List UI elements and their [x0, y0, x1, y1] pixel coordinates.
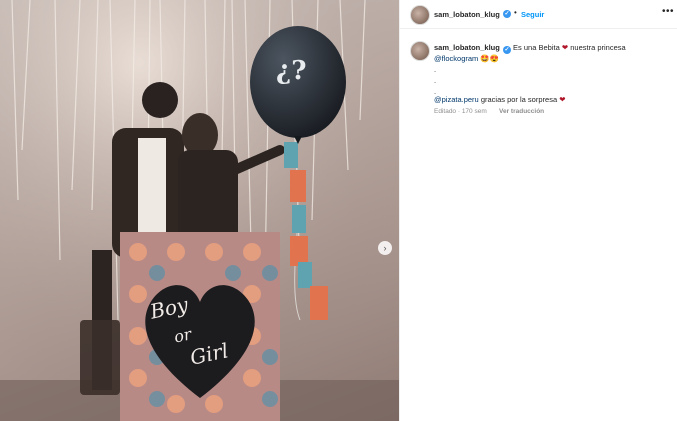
caption-text-tail: nuestra princesa: [570, 43, 626, 52]
caption-verified-icon: ✓: [502, 46, 511, 54]
caption-dot-1: .: [434, 65, 437, 74]
caption-line-last: @pizata.peru gracias por la sorpresa ❤: [434, 95, 566, 104]
edited-timestamp: Editado · 170 sem: [434, 108, 487, 115]
heart-emoji-2: ❤: [559, 95, 566, 104]
box-text-or: or: [172, 324, 194, 347]
post-header: sam_lobaton_klug ✓ • Seguir •••: [400, 0, 677, 29]
next-photo-button[interactable]: ›: [378, 241, 392, 255]
instagram-post: ¿? Boy or Girl › sam_lobaton_klug ✓ • Se…: [0, 0, 677, 421]
see-translation-link[interactable]: Ver traducción: [499, 108, 544, 115]
post-photo[interactable]: ¿? Boy or Girl ›: [0, 0, 399, 421]
mention-pizata[interactable]: @pizata.peru: [434, 95, 479, 104]
caption-line-1: sam_lobaton_klug ✓ Es una Bebita ❤ nuest…: [434, 43, 626, 54]
caption-line-2: @flockogram 🤩😍: [434, 54, 499, 63]
caption-text: Es una Bebita: [513, 43, 560, 52]
mention-flockogram[interactable]: @flockogram: [434, 54, 478, 63]
avatar[interactable]: [410, 5, 430, 25]
follow-button[interactable]: Seguir: [521, 10, 544, 19]
more-options-icon[interactable]: •••: [662, 6, 674, 17]
heart-emoji: ❤: [561, 43, 569, 52]
verified-badge-icon: ✓: [503, 10, 511, 18]
caption-dot-2: .: [434, 76, 437, 85]
caption-avatar[interactable]: [410, 41, 430, 61]
post-side-panel: sam_lobaton_klug ✓ • Seguir ••• sam_loba…: [399, 0, 677, 421]
username-link[interactable]: sam_lobaton_klug: [434, 10, 500, 19]
thanks-text: gracias por la sorpresa: [480, 95, 558, 104]
balloon-text: ¿?: [276, 56, 307, 86]
emojis: 🤩😍: [480, 54, 500, 63]
separator-dot: •: [514, 8, 517, 17]
caption-username-link[interactable]: sam_lobaton_klug: [434, 43, 500, 52]
